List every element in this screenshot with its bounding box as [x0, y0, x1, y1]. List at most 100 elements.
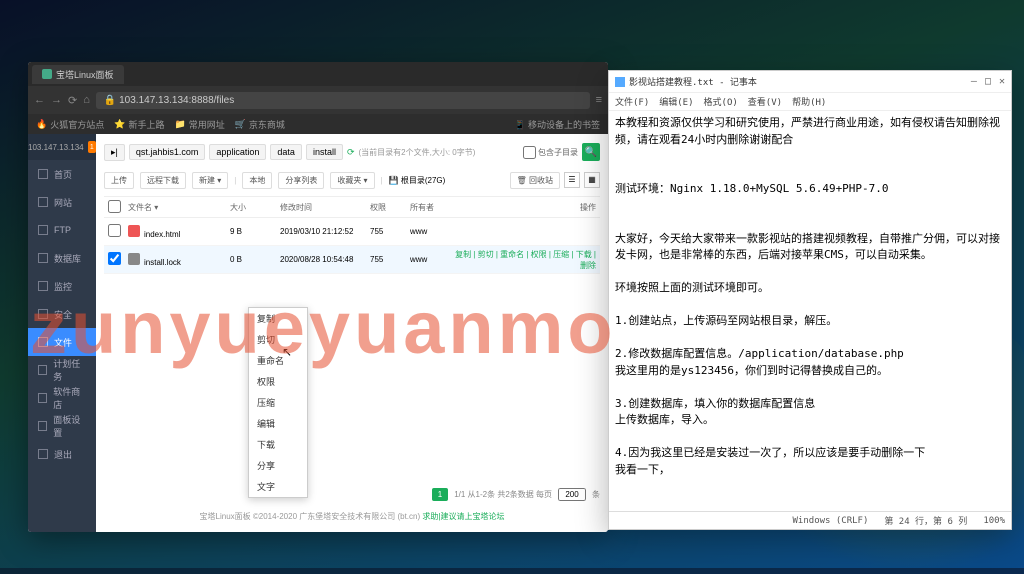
row-checkbox[interactable]: [108, 252, 121, 265]
context-menu-item[interactable]: 分享: [249, 455, 307, 476]
sidebar-item-4[interactable]: 监控: [28, 272, 96, 300]
sidebar-item-9[interactable]: 面板设置: [28, 412, 96, 440]
favorites-button[interactable]: 收藏夹 ▾: [330, 172, 374, 189]
main-content: ▸| qst.jahbis1.com application data inst…: [96, 134, 608, 532]
toolbar: 上传 远程下载 新建 ▾ | 本地 分享列表 收藏夹 ▾ | 💾 根目录(27G…: [104, 168, 600, 192]
refresh-icon[interactable]: ⟳: [347, 147, 355, 158]
disk-info[interactable]: 💾 根目录(27G): [389, 175, 446, 186]
file-icon: [128, 253, 140, 265]
status-position: 第 24 行，第 6 列: [884, 514, 967, 527]
context-menu-item[interactable]: 复制: [249, 308, 307, 329]
sidebar-item-8[interactable]: 软件商店: [28, 384, 96, 412]
bookmark-bar: 🔥 火狐官方站点 ⭐ 新手上路 📁 常用网址 🛒 京东商城 📱 移动设备上的书签: [28, 114, 608, 134]
context-menu-item[interactable]: 编辑: [249, 413, 307, 434]
col-time: 修改时间: [280, 202, 370, 213]
dir-info: (当前目录有2个文件,大小: 0字节): [359, 147, 476, 158]
context-menu-item[interactable]: 剪切: [249, 329, 307, 350]
col-name[interactable]: 文件名 ▾: [124, 202, 230, 213]
status-zoom: 100%: [983, 516, 1005, 526]
page-info: 1/1 从1-2条 共2条数据 每页: [454, 489, 552, 500]
menu-format[interactable]: 格式(O): [704, 95, 738, 108]
close-button[interactable]: ✕: [999, 76, 1005, 87]
notepad-statusbar: Windows (CRLF) 第 24 行，第 6 列 100%: [609, 511, 1011, 529]
breadcrumb-seg[interactable]: data: [270, 144, 302, 160]
pagination: 1 1/1 从1-2条 共2条数据 每页 条: [104, 482, 600, 507]
maximize-button[interactable]: □: [985, 76, 991, 87]
breadcrumb-seg[interactable]: install: [306, 144, 343, 160]
per-page-input[interactable]: [558, 488, 586, 501]
tab-title: 宝塔Linux面板: [56, 68, 114, 81]
sidebar-item-10[interactable]: 退出: [28, 440, 96, 468]
notepad-titlebar[interactable]: 影视站搭建教程.txt - 记事本 — □ ✕: [609, 71, 1011, 93]
sidebar-item-7[interactable]: 计划任务: [28, 356, 96, 384]
col-ops: 操作: [450, 202, 600, 213]
tab-favicon: [42, 69, 52, 79]
browser-tab[interactable]: 宝塔Linux面板: [32, 65, 124, 84]
bookmark-item[interactable]: ⭐ 新手上路: [114, 118, 164, 131]
upload-button[interactable]: 上传: [104, 172, 134, 189]
sidebar-item-0[interactable]: 首页: [28, 160, 96, 188]
minimize-button[interactable]: —: [971, 76, 977, 87]
row-checkbox[interactable]: [108, 224, 121, 237]
forward-button[interactable]: →: [51, 94, 62, 106]
col-owner: 所有者: [410, 202, 450, 213]
menu-file[interactable]: 文件(F): [615, 95, 649, 108]
new-button[interactable]: 新建 ▾: [192, 172, 228, 189]
file-icon: [128, 225, 140, 237]
context-menu-item[interactable]: 下载: [249, 434, 307, 455]
notepad-window: 影视站搭建教程.txt - 记事本 — □ ✕ 文件(F) 编辑(E) 格式(O…: [608, 70, 1012, 530]
context-menu: 复制剪切重命名权限压缩编辑下载分享文字: [248, 307, 308, 498]
breadcrumb-seg[interactable]: qst.jahbis1.com: [129, 144, 206, 160]
sidebar-item-6[interactable]: 文件: [28, 328, 96, 356]
sidebar-ip[interactable]: 103.147.13.134 1: [28, 134, 96, 160]
reload-button[interactable]: ⟳: [68, 94, 77, 107]
url-input[interactable]: 🔒 103.147.13.134:8888/files: [96, 92, 590, 109]
sidebar-item-3[interactable]: 数据库: [28, 244, 96, 272]
menu-button[interactable]: ≡: [596, 94, 602, 106]
context-menu-item[interactable]: 权限: [249, 371, 307, 392]
local-button[interactable]: 本地: [242, 172, 272, 189]
select-all-checkbox[interactable]: [108, 200, 121, 213]
grid-view-icon[interactable]: ▦: [584, 172, 600, 188]
list-view-icon[interactable]: ☰: [564, 172, 580, 188]
bookmark-item[interactable]: 📁 常用网址: [174, 118, 224, 131]
sidebar-item-5[interactable]: 安全: [28, 300, 96, 328]
include-subdir-checkbox[interactable]: 包含子目录: [523, 146, 578, 159]
mobile-bookmarks[interactable]: 📱 移动设备上的书签: [514, 118, 600, 131]
footer: 宝塔Linux面板 ©2014-2020 广东堡塔安全技术有限公司 (bt.cn…: [104, 507, 600, 526]
context-menu-item[interactable]: 重命名: [249, 350, 307, 371]
notepad-menu: 文件(F) 编辑(E) 格式(O) 查看(V) 帮助(H): [609, 93, 1011, 111]
home-button[interactable]: ⌂: [83, 94, 90, 106]
breadcrumb-seg[interactable]: application: [209, 144, 266, 160]
browser-window: 宝塔Linux面板 ← → ⟳ ⌂ 🔒 103.147.13.134:8888/…: [28, 62, 608, 532]
notepad-title: 影视站搭建教程.txt - 记事本: [629, 75, 757, 88]
context-menu-item[interactable]: 压缩: [249, 392, 307, 413]
status-encoding: Windows (CRLF): [793, 516, 869, 526]
notification-badge: 1: [88, 141, 96, 153]
sidebar-item-2[interactable]: FTP: [28, 216, 96, 244]
breadcrumb: ▸| qst.jahbis1.com application data inst…: [104, 140, 600, 164]
taskbar[interactable]: [0, 568, 1024, 574]
bookmark-item[interactable]: 🔥 火狐官方站点: [36, 118, 104, 131]
context-menu-item[interactable]: 文字: [249, 476, 307, 497]
table-row[interactable]: index.html9 B2019/03/10 21:12:52755www: [104, 218, 600, 246]
menu-help[interactable]: 帮助(H): [792, 95, 826, 108]
remote-download-button[interactable]: 远程下载: [140, 172, 186, 189]
current-page[interactable]: 1: [432, 488, 448, 501]
sidebar: 103.147.13.134 1 首页网站FTP数据库监控安全文件计划任务软件商…: [28, 134, 96, 532]
breadcrumb-root[interactable]: ▸|: [104, 144, 125, 161]
url-bar: ← → ⟳ ⌂ 🔒 103.147.13.134:8888/files ≡: [28, 86, 608, 114]
menu-view[interactable]: 查看(V): [748, 95, 782, 108]
file-table-header: 文件名 ▾ 大小 修改时间 权限 所有者 操作: [104, 196, 600, 218]
search-button[interactable]: 🔍: [582, 143, 600, 161]
notepad-content[interactable]: 本教程和资源仅供学习和研究使用，严禁进行商业用途，如有侵权请告知删除视频，请在观…: [609, 111, 1011, 511]
share-list-button[interactable]: 分享列表: [278, 172, 324, 189]
bookmark-item[interactable]: 🛒 京东商城: [235, 118, 285, 131]
back-button[interactable]: ←: [34, 94, 45, 106]
col-perm: 权限: [370, 202, 410, 213]
recycle-bin-button[interactable]: 🗑 回收站: [510, 172, 560, 189]
menu-edit[interactable]: 编辑(E): [659, 95, 693, 108]
table-row[interactable]: install.lock0 B2020/08/28 10:54:48755www…: [104, 246, 600, 274]
sidebar-item-1[interactable]: 网站: [28, 188, 96, 216]
col-size: 大小: [230, 202, 280, 213]
